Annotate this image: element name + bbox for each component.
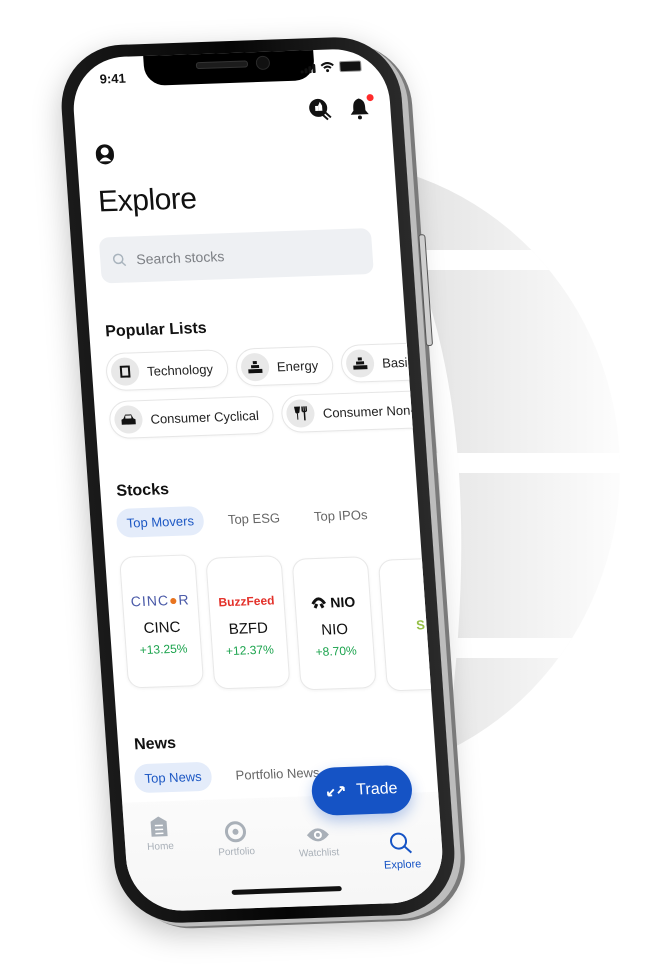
- stock-ticker: BZFD: [228, 619, 269, 638]
- stock-change: +13.25%: [139, 640, 188, 657]
- search-bar[interactable]: [98, 228, 374, 284]
- news-title: News: [133, 734, 177, 754]
- gold-bars-icon: [239, 352, 270, 382]
- list-chip-technology[interactable]: Technology: [104, 349, 230, 392]
- profile-icon[interactable]: [94, 143, 116, 166]
- nav-home[interactable]: Home: [145, 815, 178, 912]
- news-tabs: Top News Portfolio News: [133, 758, 331, 794]
- chip-icon: [110, 357, 141, 387]
- buzzfeed-logo: BuzzFeed: [217, 592, 275, 609]
- list-chip-consumer-cyclical[interactable]: Consumer Cyclical: [108, 395, 276, 440]
- wifi-icon: [320, 62, 334, 73]
- nio-logo: NIO: [309, 588, 356, 616]
- bell-icon[interactable]: [347, 93, 374, 121]
- portfolio-icon: [224, 821, 246, 843]
- search-input[interactable]: [133, 242, 359, 269]
- tab-top-movers[interactable]: Top Movers: [115, 505, 205, 538]
- stock-ticker: NIO: [320, 620, 349, 639]
- status-time: 9:41: [99, 70, 127, 87]
- popular-lists-row-2: Consumer Cyclical Consumer Non-Cy: [108, 389, 446, 440]
- tab-top-esg[interactable]: Top ESG: [217, 503, 291, 534]
- stock-change: +8.70%: [315, 643, 358, 659]
- stock-card-bzfd[interactable]: BuzzFeed BZFD +12.37%: [205, 555, 291, 690]
- chip-label: Energy: [276, 357, 319, 374]
- trade-arrows-icon: [327, 786, 346, 797]
- search-icon: [390, 832, 413, 854]
- eye-icon: [306, 828, 329, 842]
- cincor-logo: CINC ● R: [130, 590, 191, 609]
- stocks-tabs: Top Movers Top ESG Top IPOs: [115, 500, 379, 538]
- stock-change: +12.37%: [225, 641, 275, 658]
- stocks-title: Stocks: [115, 481, 170, 500]
- wine-fork-icon: [285, 399, 316, 428]
- popular-lists-row-1: Technology Energy Basic M: [104, 341, 445, 392]
- search-icon: [112, 253, 127, 267]
- car-icon: [113, 405, 144, 434]
- stock-cards: CINC ● R CINC +13.25% BuzzFeed BZFD +12.37…: [119, 545, 446, 700]
- stock-card-nio[interactable]: NIO NIO +8.70%: [291, 556, 377, 691]
- gold-bars-icon: [345, 348, 376, 378]
- front-camera: [255, 55, 271, 71]
- signal-icon: [300, 64, 316, 74]
- trade-button[interactable]: Trade: [310, 764, 414, 817]
- popular-lists-title: Popular Lists: [104, 319, 208, 341]
- page-title: Explore: [97, 182, 198, 219]
- home-icon: [150, 816, 168, 837]
- stock-ticker: CINC: [143, 618, 181, 637]
- nav-explore[interactable]: Explore: [382, 830, 424, 903]
- chip-label: Consumer Cyclical: [149, 407, 260, 427]
- nav-portfolio[interactable]: Portfolio: [216, 820, 259, 909]
- status-icons: [300, 60, 362, 74]
- chip-label: Technology: [146, 361, 214, 379]
- nio-mark-icon: [310, 596, 326, 609]
- stock-card-cinc[interactable]: CINC ● R CINC +13.25%: [119, 554, 205, 689]
- battery-icon: [338, 60, 362, 73]
- list-chip-energy[interactable]: Energy: [234, 345, 335, 387]
- tab-top-ipos[interactable]: Top IPOs: [303, 500, 378, 531]
- chat-thumbs-up-icon[interactable]: [307, 97, 333, 122]
- notification-dot: [366, 93, 374, 102]
- phone-screen: 9:41 Explore Popular Lists: [70, 47, 446, 913]
- shopify-logo: S: [415, 616, 426, 632]
- nav-watchlist[interactable]: Watchlist: [297, 825, 343, 906]
- speaker: [195, 60, 249, 70]
- tab-top-news[interactable]: Top News: [133, 761, 213, 794]
- phone-mockup: 9:41 Explore Popular Lists: [57, 35, 459, 925]
